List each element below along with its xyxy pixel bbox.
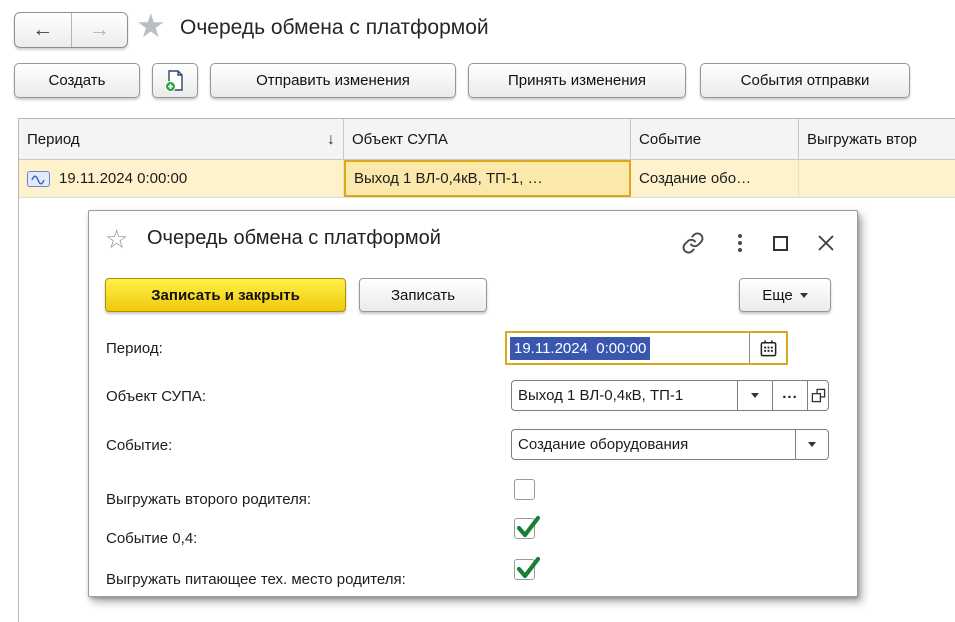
maximize-button[interactable] (773, 236, 788, 251)
forward-button[interactable]: → (72, 13, 128, 47)
open-icon (811, 388, 826, 403)
check-icon (515, 514, 541, 540)
save-label: Записать (391, 287, 455, 304)
save-button[interactable]: Записать (359, 278, 487, 312)
column-header-period[interactable]: Период ↓ (19, 119, 344, 160)
nav-history-group: ← → (14, 12, 128, 48)
forward-arrow-icon: → (89, 18, 110, 42)
calendar-icon (759, 339, 778, 358)
dropdown-icon (751, 393, 759, 398)
cell-event[interactable]: Создание обо… (631, 160, 799, 197)
cell-period-value: 19.11.2024 0:00:00 (59, 170, 187, 187)
create-button[interactable]: Создать (14, 63, 140, 98)
cell-supa-object-value: Выход 1 ВЛ-0,4кВ, ТП-1, … (354, 170, 543, 187)
column-header-label: Объект СУПА (352, 131, 448, 148)
check-icon (515, 555, 541, 581)
event-04-checkbox[interactable] (514, 518, 535, 539)
column-header-label: Период (27, 131, 80, 148)
unload-feeding-place-label: Выгружать питающее тех. место родителя: (106, 571, 406, 588)
link-icon (681, 231, 705, 255)
supa-choose-button[interactable]: ... (772, 381, 807, 410)
unload-second-parent-checkbox[interactable] (514, 479, 535, 500)
save-and-close-button[interactable]: Записать и закрыть (105, 278, 346, 312)
save-and-close-label: Записать и закрыть (151, 287, 300, 304)
supa-dropdown-button[interactable] (737, 381, 772, 410)
period-label: Период: (106, 340, 163, 357)
favorite-star-icon[interactable]: ★ (136, 8, 166, 44)
supa-object-input[interactable]: Выход 1 ВЛ-0,4кВ, ТП-1 ... (511, 380, 829, 411)
event-value: Создание оборудования (512, 430, 795, 459)
ellipsis-choose-label: ... (782, 385, 798, 402)
dialog-favorite-star-icon[interactable]: ☆ (105, 224, 128, 255)
cell-supa-object-active[interactable]: Выход 1 ВЛ-0,4кВ, ТП-1, … (344, 160, 631, 197)
send-events-label: События отправки (741, 72, 870, 89)
event-dropdown-button[interactable] (795, 430, 828, 459)
send-changes-button[interactable]: Отправить изменения (210, 63, 456, 98)
column-header-label: Выгружать втор (807, 131, 917, 148)
table-row[interactable]: 19.11.2024 0:00:00 Выход 1 ВЛ-0,4кВ, ТП-… (19, 160, 955, 198)
event-input[interactable]: Создание оборудования (511, 429, 829, 460)
back-button[interactable]: ← (15, 13, 72, 47)
dialog-title: Очередь обмена с платформой (147, 227, 441, 250)
sort-descending-icon: ↓ (327, 131, 335, 149)
unload-second-parent-label: Выгружать второго родителя: (106, 491, 311, 508)
column-header-supa-object[interactable]: Объект СУПА (344, 119, 631, 160)
more-actions-button[interactable]: Еще (739, 278, 831, 312)
accept-changes-button[interactable]: Принять изменения (468, 63, 686, 98)
close-button[interactable] (813, 230, 839, 256)
period-value-selected: 19.11.2024 0:00:00 (510, 337, 650, 360)
page-title: Очередь обмена с платформой (180, 16, 489, 40)
table-header-row: Период ↓ Объект СУПА Событие Выгружать в… (19, 119, 955, 160)
register-record-icon (27, 171, 50, 187)
exchange-queue-dialog: ☆ Очередь обмена с платформой Записать и… (88, 210, 858, 597)
supa-object-value: Выход 1 ВЛ-0,4кВ, ТП-1 (512, 381, 737, 410)
document-plus-icon (164, 69, 186, 93)
cell-event-value: Создание обо… (639, 170, 751, 187)
column-header-unload-second[interactable]: Выгружать втор (799, 119, 955, 160)
dropdown-icon (808, 442, 816, 447)
kebab-menu-icon (738, 234, 742, 238)
send-changes-label: Отправить изменения (256, 72, 410, 89)
create-button-label: Создать (48, 72, 105, 89)
event-label: Событие: (106, 437, 172, 454)
column-header-event[interactable]: Событие (631, 119, 799, 160)
back-arrow-icon: ← (32, 18, 53, 42)
accept-changes-label: Принять изменения (508, 72, 646, 89)
unload-feeding-place-checkbox[interactable] (514, 559, 535, 580)
send-events-button[interactable]: События отправки (700, 63, 910, 98)
more-actions-label: Еще (762, 287, 793, 304)
supa-object-label: Объект СУПА: (106, 388, 206, 405)
close-icon (817, 234, 835, 252)
supa-open-button[interactable] (807, 381, 828, 410)
event-04-label: Событие 0,4: (106, 530, 197, 547)
copy-link-button[interactable] (679, 229, 707, 257)
cell-period[interactable]: 19.11.2024 0:00:00 (19, 160, 344, 197)
calendar-button[interactable] (749, 333, 786, 363)
more-menu-button[interactable] (729, 229, 751, 257)
create-by-copy-button[interactable] (152, 63, 198, 98)
period-input[interactable]: 19.11.2024 0:00:00 (505, 331, 788, 365)
column-header-label: Событие (639, 131, 701, 148)
chevron-down-icon (800, 293, 808, 298)
